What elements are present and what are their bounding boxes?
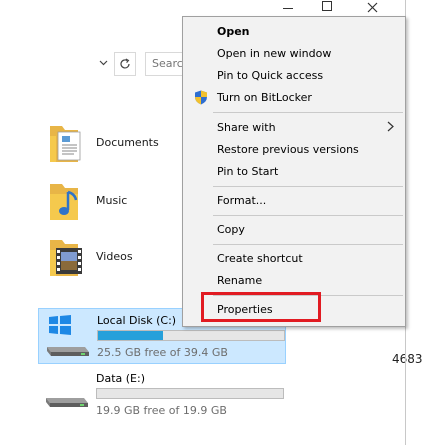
menu-item-label: Copy (217, 223, 245, 236)
partial-background-text: 4683 (392, 352, 423, 366)
menu-item-create-shortcut[interactable]: Create shortcut (184, 248, 404, 269)
explorer-window: Documents Music (0, 0, 429, 445)
drive-name: Local Disk (C:) (97, 314, 177, 327)
drive-name: Data (E:) (96, 372, 146, 385)
shield-icon (195, 90, 207, 105)
videos-folder-icon (48, 236, 86, 276)
close-button[interactable] (362, 0, 382, 14)
menu-separator (213, 215, 403, 216)
refresh-button[interactable] (114, 52, 136, 76)
menu-item-pin-quick-access[interactable]: Pin to Quick access (184, 65, 404, 86)
address-history-dropdown[interactable] (95, 54, 111, 72)
maximize-button[interactable] (317, 0, 337, 14)
drive-free-space: 25.5 GB free of 39.4 GB (97, 346, 228, 359)
menu-item-rename[interactable]: Rename (184, 270, 404, 291)
close-icon (367, 2, 377, 12)
library-item-music[interactable]: Music (48, 176, 127, 224)
minimize-button[interactable] (278, 0, 298, 14)
menu-item-label: Open (217, 25, 250, 38)
documents-folder-icon (48, 122, 86, 162)
menu-item-share-with[interactable]: Share with (184, 117, 404, 138)
menu-item-label: Open in new window (217, 47, 332, 60)
chevron-right-icon (387, 121, 394, 132)
library-item-label: Videos (96, 249, 133, 263)
drive-usage-fill (98, 331, 164, 340)
library-item-label: Documents (96, 135, 159, 149)
menu-item-label: Rename (217, 274, 263, 287)
maximize-icon (322, 1, 332, 11)
menu-item-open[interactable]: Open (184, 21, 404, 42)
library-item-label: Music (96, 193, 128, 207)
menu-item-label: Share with (217, 121, 276, 134)
menu-item-copy[interactable]: Copy (184, 219, 404, 240)
minimize-icon (283, 7, 293, 9)
refresh-icon (120, 58, 130, 69)
menu-item-open-new-window[interactable]: Open in new window (184, 43, 404, 64)
annotation-highlight-box (201, 292, 321, 322)
menu-item-label: Pin to Start (217, 165, 279, 178)
menu-item-turn-on-bitlocker[interactable]: Turn on BitLocker (184, 87, 404, 108)
music-folder-icon (48, 180, 86, 220)
drive-usage-bar (97, 330, 285, 341)
menu-item-label: Pin to Quick access (217, 69, 324, 82)
menu-item-pin-to-start[interactable]: Pin to Start (184, 161, 404, 182)
drive-usage-bar (96, 388, 284, 399)
menu-separator (213, 244, 403, 245)
menu-item-label: Restore previous versions (217, 143, 359, 156)
menu-item-restore-previous-versions[interactable]: Restore previous versions (184, 139, 404, 160)
menu-item-label: Format... (217, 194, 267, 207)
windows-drive-icon (47, 315, 89, 356)
menu-item-format[interactable]: Format... (184, 190, 404, 211)
menu-item-label: Turn on BitLocker (217, 91, 312, 104)
library-item-videos[interactable]: Videos (48, 232, 133, 280)
drive-item-e[interactable]: Data (E:) 19.9 GB free of 19.9 GB (38, 368, 286, 424)
context-menu: Open Open in new window Pin to Quick acc… (182, 16, 406, 327)
menu-separator (213, 112, 403, 113)
chevron-down-icon (99, 60, 107, 66)
library-item-documents[interactable]: Documents (48, 118, 159, 166)
drive-icon (46, 398, 88, 407)
menu-item-label: Create shortcut (217, 252, 303, 265)
drive-free-space: 19.9 GB free of 19.9 GB (96, 404, 227, 417)
menu-separator (213, 186, 403, 187)
